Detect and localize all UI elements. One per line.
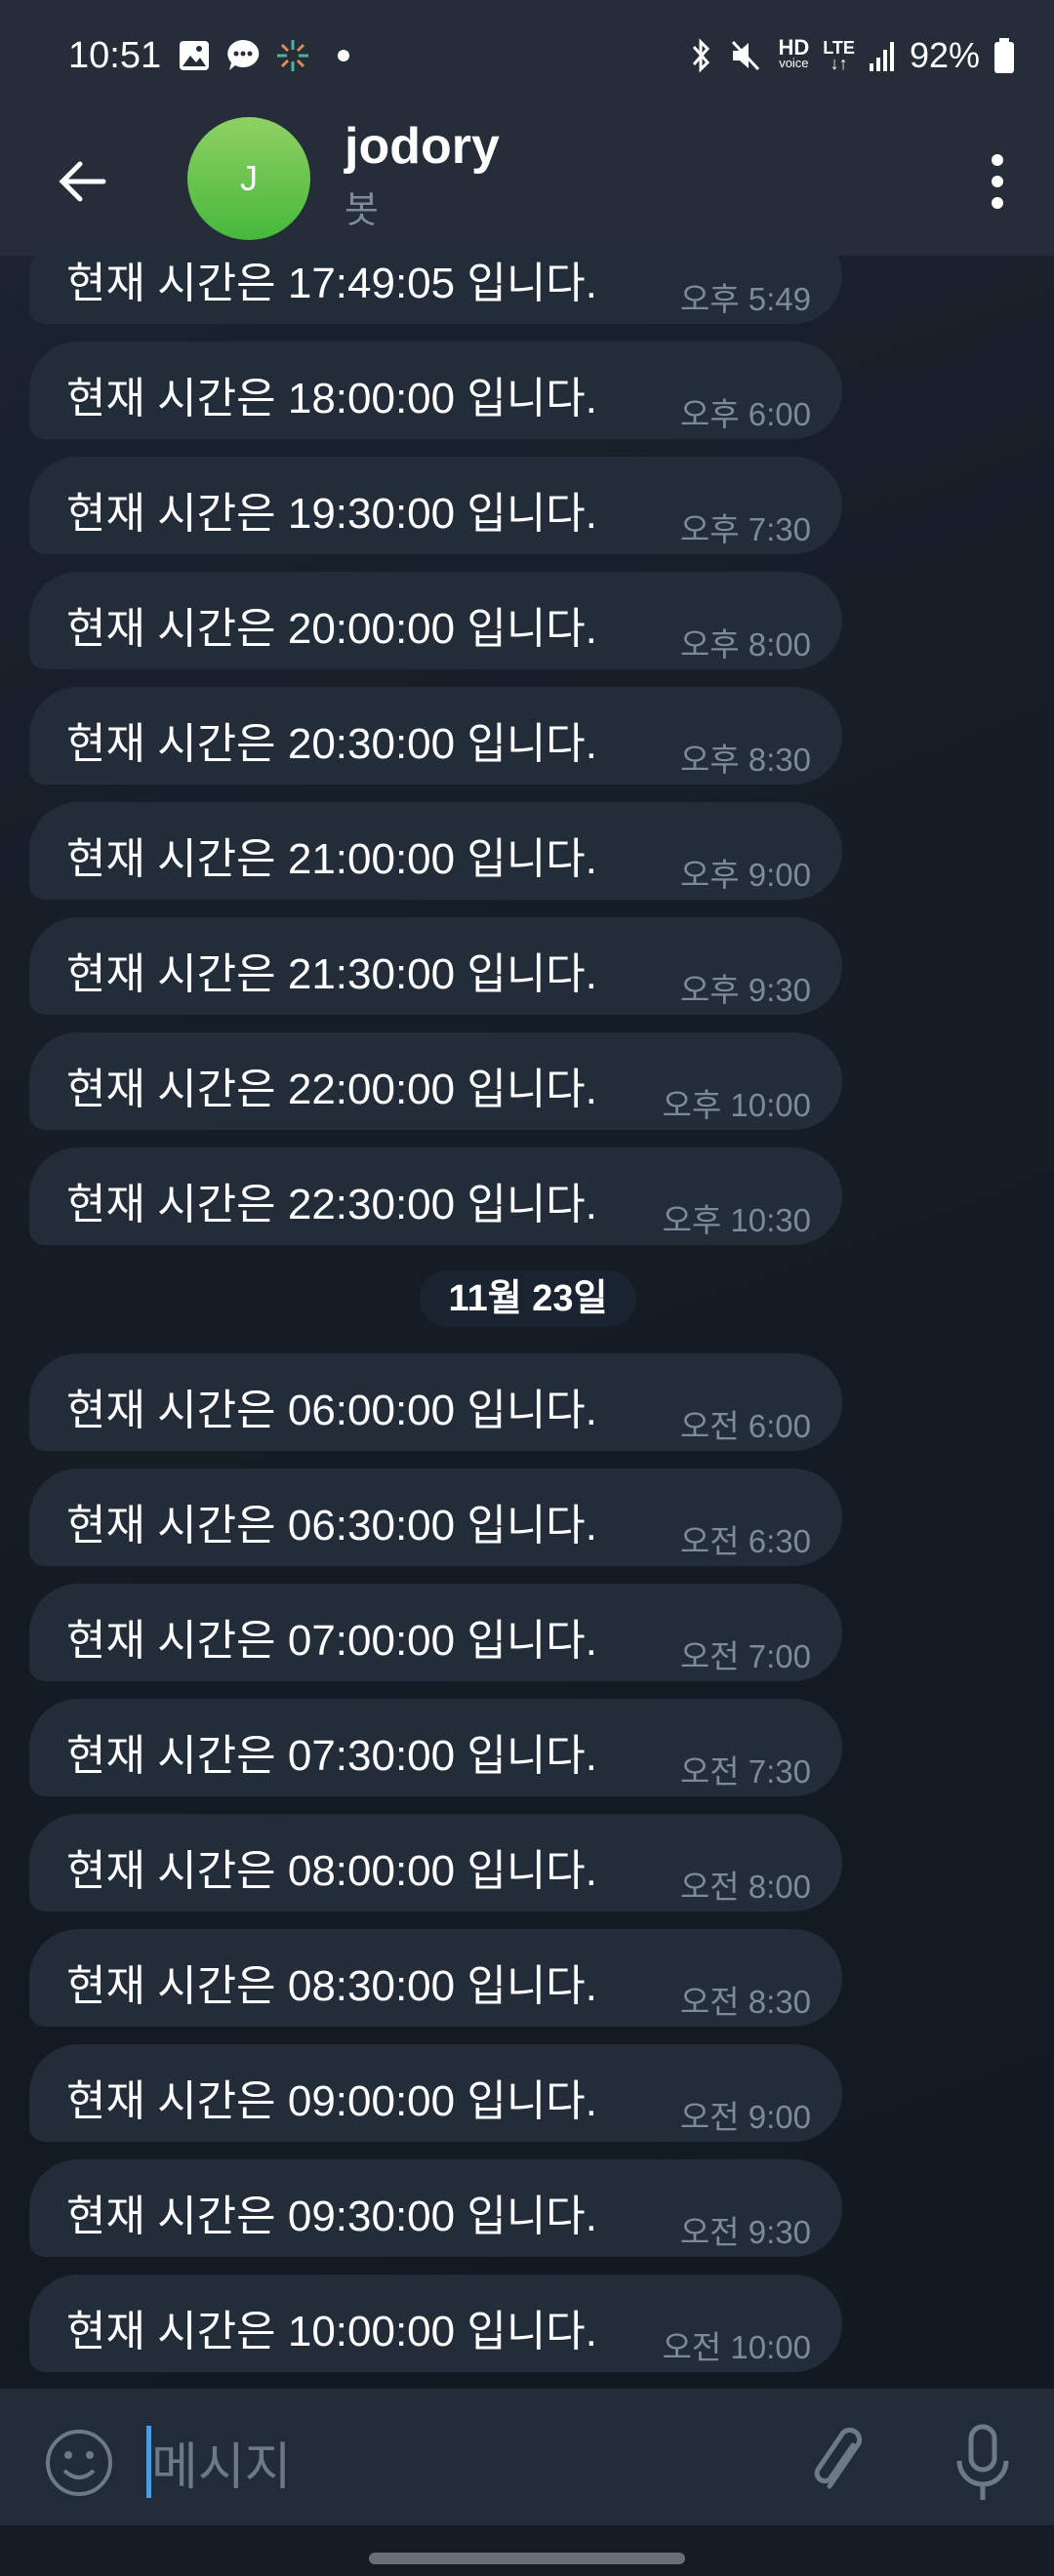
message-bubble[interactable]: 현재 시간은 10:00:00 입니다. 오전 10:00 [29,2274,842,2372]
emoji-icon[interactable] [45,2428,113,2498]
more-options-icon[interactable] [968,142,1027,221]
navigation-bar [0,2525,1054,2576]
message-time: 오후 8:00 [679,626,811,663]
hd-voice-icon: HD voice [778,35,810,71]
message-time: 오전 9:30 [679,2214,811,2250]
battery-icon [994,38,1014,73]
battery-percent: 92% [909,35,980,75]
microphone-icon[interactable] [954,2424,1011,2502]
message-time: 오후 9:30 [679,972,811,1008]
message-time: 오전 10:00 [662,2329,811,2365]
mute-icon [732,40,760,71]
dot-icon [338,50,349,61]
message-text: 현재 시간은 10:00:00 입니다. [66,2308,598,2355]
message-text: 현재 시간은 08:00:00 입니다. [66,1847,598,1895]
message-time: 오후 10:30 [662,1202,811,1238]
message-text: 현재 시간은 20:30:00 입니다. [66,720,598,768]
message-text: 현재 시간은 22:30:00 입니다. [66,1181,598,1228]
chat-icon [227,39,260,70]
message-text: 현재 시간은 20:00:00 입니다. [66,605,598,653]
message-bubble[interactable]: 현재 시간은 08:30:00 입니다. 오전 8:30 [29,1929,842,2027]
message-text: 현재 시간은 06:00:00 입니다. [66,1387,598,1434]
message-time: 오전 7:00 [679,1638,811,1674]
hd-label: HD [778,35,810,60]
message-time: 오후 7:30 [679,511,811,547]
message-text: 현재 시간은 06:30:00 입니다. [66,1502,598,1550]
message-time: 오전 7:30 [679,1753,811,1790]
date-separator: 11월 23일 [420,1270,636,1327]
message-bubble[interactable]: 현재 시간은 09:30:00 입니다. 오전 9:30 [29,2159,842,2257]
message-time: 오후 10:00 [662,1087,811,1123]
message-text: 현재 시간은 21:30:00 입니다. [66,950,598,998]
message-bubble[interactable]: 현재 시간은 07:30:00 입니다. 오전 7:30 [29,1699,842,1796]
message-bubble[interactable]: 현재 시간은 18:00:00 입니다. 오후 6:00 [29,342,842,439]
signal-icon [869,42,894,71]
message-bubble[interactable]: 현재 시간은 20:00:00 입니다. 오후 8:00 [29,572,842,669]
back-arrow-icon[interactable] [53,152,111,211]
message-text: 현재 시간은 17:49:05 입니다. [66,260,598,307]
message-bubble[interactable]: 현재 시간은 20:30:00 입니다. 오후 8:30 [29,687,842,785]
message-bubble[interactable]: 현재 시간은 21:00:00 입니다. 오후 9:00 [29,802,842,900]
message-time: 오후 5:49 [679,281,811,317]
message-time: 오후 8:30 [679,742,811,778]
composer: 메시지 [0,2389,1054,2525]
attach-icon[interactable] [810,2426,874,2500]
status-time: 10:51 [68,35,162,76]
message-time: 오전 6:30 [679,1523,811,1559]
message-bubble[interactable]: 현재 시간은 21:30:00 입니다. 오후 9:30 [29,917,842,1015]
message-input[interactable]: 메시지 [151,2426,292,2499]
message-bubble[interactable]: 현재 시간은 22:00:00 입니다. 오후 10:00 [29,1032,842,1130]
lte-icon: LTE ↓↑ [823,38,855,73]
gallery-icon [180,41,209,70]
avatar-letter: J [240,158,258,198]
message-text: 현재 시간은 09:00:00 입니다. [66,2077,598,2125]
message-text: 현재 시간은 07:30:00 입니다. [66,1732,598,1780]
voice-label: voice [779,56,809,70]
message-time: 오전 8:00 [679,1869,811,1905]
message-time: 오후 6:00 [679,396,811,432]
message-bubble[interactable]: 현재 시간은 06:00:00 입니다. 오전 6:00 [29,1353,842,1451]
avatar[interactable]: J [187,117,310,240]
bluetooth-icon [693,38,710,73]
message-bubble[interactable]: 현재 시간은 08:00:00 입니다. 오전 8:00 [29,1814,842,1912]
message-text: 현재 시간은 18:00:00 입니다. [66,375,598,423]
home-indicator[interactable] [369,2553,685,2564]
message-bubble[interactable]: 현재 시간은 22:30:00 입니다. 오후 10:30 [29,1147,842,1245]
message-time: 오전 8:30 [679,1984,811,2020]
chat-title[interactable]: jodory [345,117,500,176]
message-text: 현재 시간은 22:00:00 입니다. [66,1066,598,1113]
app-icon [277,40,308,71]
message-time: 오후 9:00 [679,857,811,893]
message-bubble[interactable]: 현재 시간은 06:30:00 입니다. 오전 6:30 [29,1469,842,1566]
message-time: 오전 6:00 [679,1408,811,1444]
message-text: 현재 시간은 08:30:00 입니다. [66,1962,598,2010]
message-bubble[interactable]: 현재 시간은 09:00:00 입니다. 오전 9:00 [29,2044,842,2142]
message-bubble[interactable]: 현재 시간은 07:00:00 입니다. 오전 7:00 [29,1584,842,1681]
message-text: 현재 시간은 09:30:00 입니다. [66,2193,598,2240]
status-bar: 10:51 HD voice LTE ↓↑ 92% [0,0,1054,127]
message-time: 오전 9:00 [679,2099,811,2135]
message-text: 현재 시간은 21:00:00 입니다. [66,835,598,883]
message-text: 현재 시간은 19:30:00 입니다. [66,490,598,538]
message-bubble[interactable]: 현재 시간은 19:30:00 입니다. 오후 7:30 [29,457,842,554]
message-text: 현재 시간은 07:00:00 입니다. [66,1617,598,1665]
chat-header: J jodory 봇 [0,117,1054,256]
chat-subtitle: 봇 [345,190,379,231]
